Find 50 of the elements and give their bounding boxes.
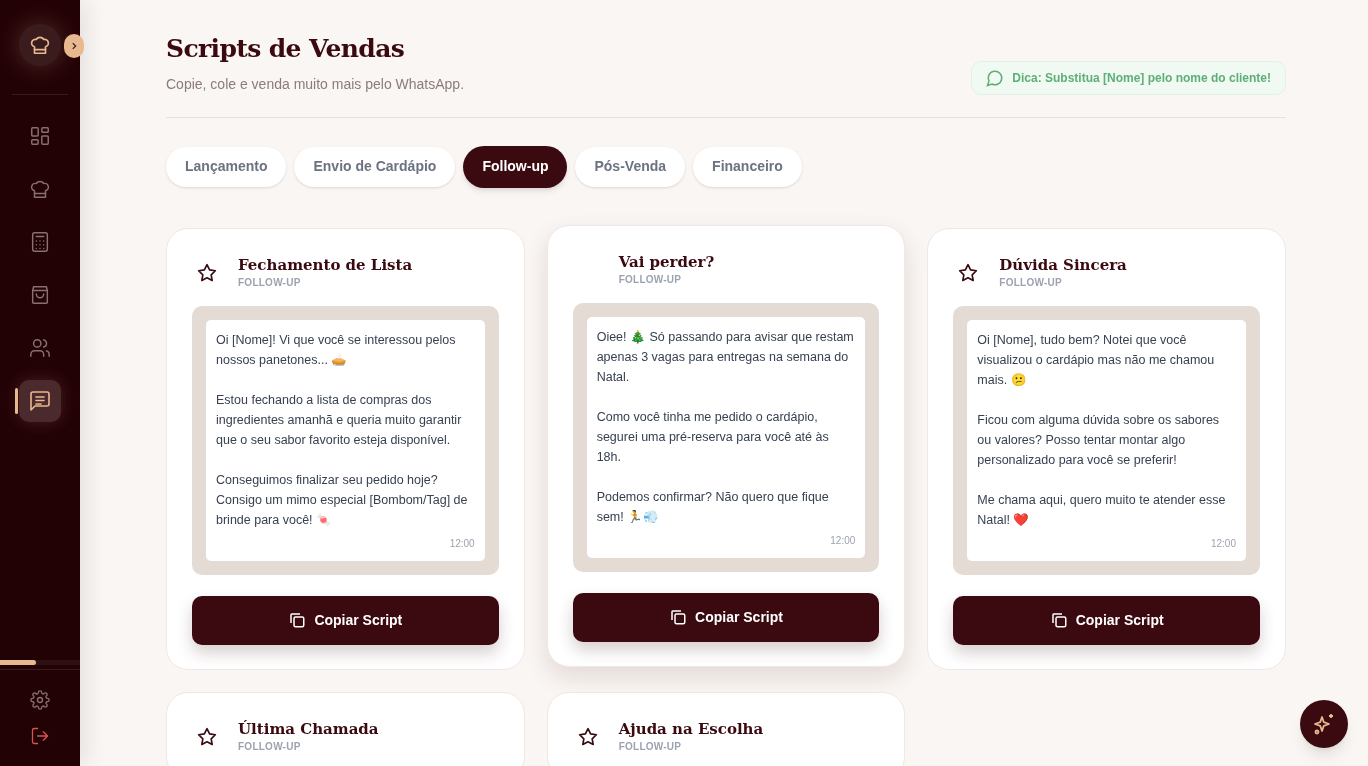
chevron-right-icon	[69, 41, 79, 51]
card-title: Ajuda na Escolha	[618, 718, 764, 739]
category-tab[interactable]: Lançamento	[166, 146, 287, 187]
copy-script-button[interactable]: Copiar Script	[192, 595, 499, 645]
star-icon[interactable]	[577, 726, 598, 747]
copy-icon	[669, 608, 688, 626]
message-time: 12:00	[830, 533, 856, 548]
star-icon[interactable]	[958, 262, 979, 283]
copy-script-button[interactable]: Copiar Script	[572, 592, 880, 642]
logo-icon	[19, 24, 61, 66]
card-category: FOLLOW-UP	[238, 739, 302, 754]
card-title: Vai perder?	[618, 251, 715, 272]
message-text: Oi [Nome]! Vi que você se interessou pelos nossos panetones... 🥧 Estou fechando a lista de compras dos ingredientes amanhã e queria muito garantir que o seu sabor favorito esteja disponível. Conseguimos finalizar seu pedido hoje? Consigo um mimo especial [Bombom/Tag] de brinde para você! 🍬	[216, 331, 469, 529]
card-title: Dúvida Sincera	[999, 254, 1127, 275]
category-tab[interactable]: Follow-up	[463, 145, 568, 188]
category-tab[interactable]: Envio de Cardápio	[294, 146, 456, 187]
message-text: Oi [Nome], tudo bem? Notei que você visualizou o cardápio mas não me chamou mais. 😕 Ficou com alguma dúvida sobre os sabores ou valores? Posso tentar montar algo personalizado para você se preferir! Me chama aqui, quero muito te atender esse Natal! ❤	[977, 331, 1227, 529]
category-tab[interactable]: Financeiro	[693, 146, 802, 187]
card-category: FOLLOW-UP	[618, 739, 683, 754]
message-text: Oiee! 🎄 Só passando para avisar que restam apenas 3 vagas para entregas na semana do Natal. Como você tinha me pedido o cardápio, segurei uma pré-reserva para você até às 18h. Podemos confirmar? Não quero que fique sem! 🏃💨	[596, 328, 855, 526]
card-category: FOLLOW-UP	[999, 275, 1063, 290]
copy-script-button[interactable]: Copiar Script	[953, 595, 1260, 645]
page-subtitle: Copie, cole e venda muito mais pelo WhatsApp.	[166, 74, 465, 94]
collapse-toggle[interactable]	[64, 34, 84, 58]
sparkle-icon	[1312, 712, 1336, 736]
dashboard-icon	[29, 125, 51, 147]
page-title: Scripts de Vendas	[166, 33, 406, 65]
shopping-bag-icon	[29, 284, 51, 306]
star-icon[interactable]	[197, 726, 217, 747]
chat-bubble-icon	[986, 68, 1005, 87]
message-time: 12:00	[449, 536, 475, 551]
copy-icon	[1049, 611, 1068, 629]
logout-button[interactable]	[30, 726, 50, 746]
card-title: Última Chamada	[238, 718, 379, 739]
sparkle-button[interactable]	[1300, 700, 1348, 748]
category-tab[interactable]: Pós-Venda	[575, 146, 686, 187]
logout-icon	[30, 726, 50, 746]
star-icon[interactable]	[197, 262, 217, 283]
copy-icon	[288, 611, 307, 629]
chef-hat-icon	[29, 178, 51, 200]
card-category: FOLLOW-UP	[618, 272, 683, 287]
message-time: 12:00	[1210, 536, 1236, 551]
calculator-icon	[29, 231, 51, 253]
settings-icon	[30, 690, 50, 710]
settings-button[interactable]	[30, 690, 50, 710]
card-title: Fechamento de Lista	[238, 254, 413, 275]
tip-text: Dica: Substitua [Nome] pelo nome do cliente!	[1012, 69, 1271, 87]
card-category: FOLLOW-UP	[238, 275, 302, 290]
chat-icon	[28, 389, 52, 413]
users-icon	[29, 337, 51, 359]
